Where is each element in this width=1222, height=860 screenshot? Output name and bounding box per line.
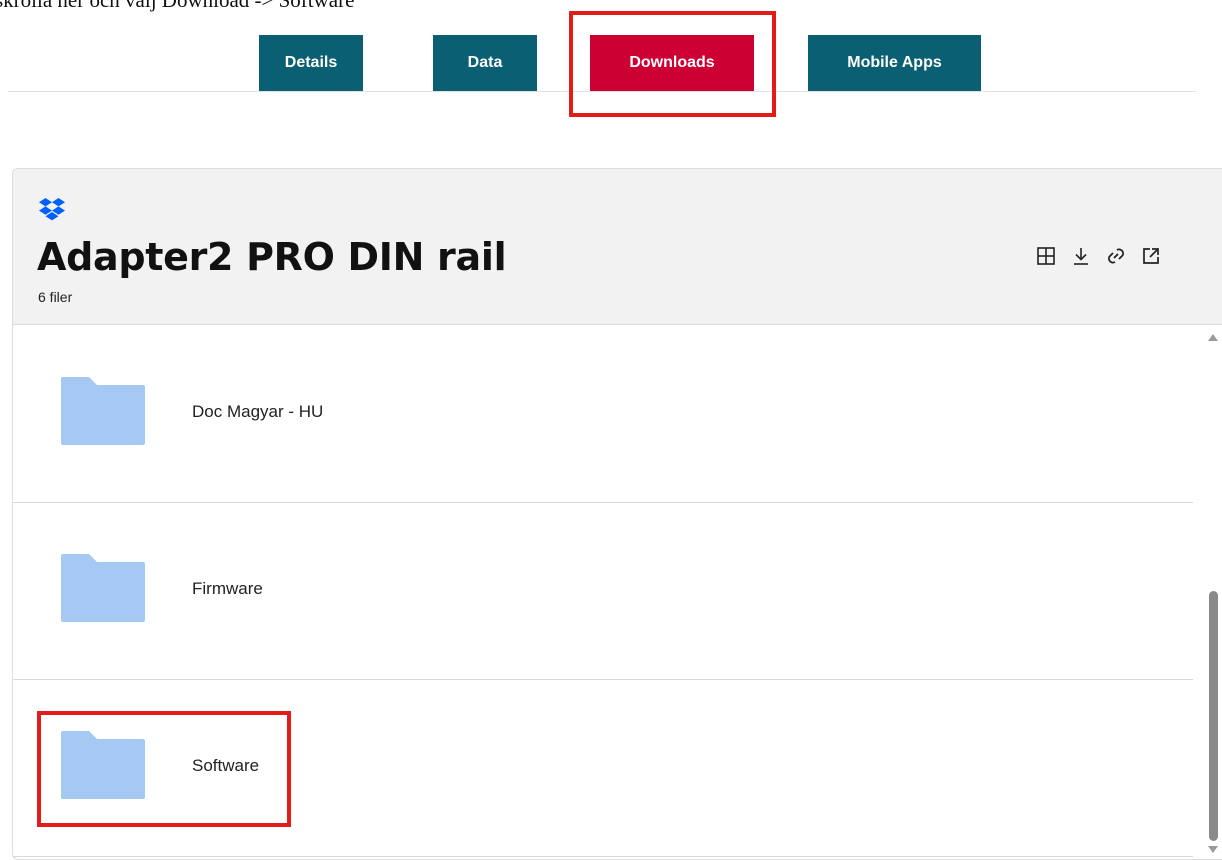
dropbox-icon (39, 198, 65, 221)
grid-icon[interactable] (1035, 245, 1057, 267)
panel-header: Adapter2 PRO DIN rail 6 filer (13, 169, 1222, 325)
open-external-icon[interactable] (1140, 245, 1162, 267)
scrollbar[interactable] (1204, 326, 1222, 859)
item-name: Software (192, 756, 260, 775)
scroll-thumb[interactable] (1209, 591, 1218, 841)
header-actions (1035, 245, 1162, 267)
tab-divider (8, 91, 1196, 92)
list-item-firmware[interactable]: Firmware (13, 502, 1193, 680)
tab-downloads[interactable]: Downloads (590, 35, 754, 91)
list-item-doc-magyar[interactable]: Doc Magyar - HU (13, 325, 1193, 503)
item-name: Doc Magyar - HU (192, 402, 324, 421)
dropbox-embed-panel: Adapter2 PRO DIN rail 6 filer Doc Magyar… (12, 168, 1222, 860)
file-list: Doc Magyar - HU Firmware Software (13, 325, 1222, 859)
folder-icon (61, 731, 145, 799)
file-count: 6 filer (38, 289, 73, 305)
tab-details[interactable]: Details (259, 35, 363, 91)
link-icon[interactable] (1105, 245, 1127, 267)
folder-icon (61, 377, 145, 445)
item-name: Firmware (192, 579, 263, 598)
download-icon[interactable] (1070, 245, 1092, 267)
tab-mobile-apps[interactable]: Mobile Apps (808, 35, 981, 91)
tab-data[interactable]: Data (433, 35, 537, 91)
scroll-up-arrow[interactable] (1208, 334, 1218, 341)
folder-icon (61, 554, 145, 622)
list-item-software[interactable]: Software (13, 679, 1193, 857)
folder-title: Adapter2 PRO DIN rail (37, 235, 507, 279)
tab-bar: Details Data Downloads Mobile Apps (0, 0, 1222, 95)
